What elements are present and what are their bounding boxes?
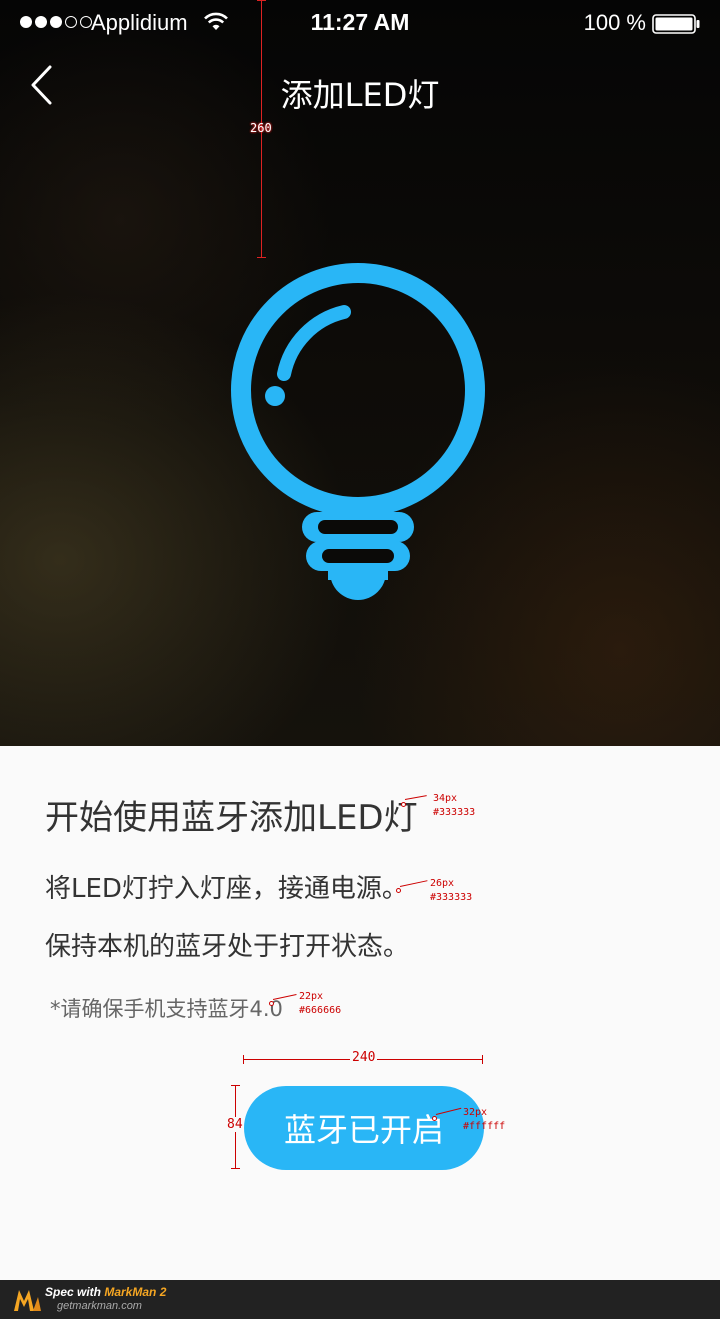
footer-url[interactable]: getmarkman.com <box>57 1300 142 1312</box>
spec-note-annotation: 22px #666666 <box>299 991 342 1016</box>
spec-height-label: 84 <box>227 1117 243 1132</box>
spec-marker <box>396 888 401 893</box>
spec-marker <box>432 1116 437 1121</box>
battery-icon <box>652 14 700 34</box>
instruction-line-1: 将LED灯拧入灯座，接通电源。 <box>45 874 408 904</box>
spec-marker <box>269 1001 274 1006</box>
spec-heading-annotation: 34px #333333 <box>433 793 476 818</box>
status-bar: Applidium 11:27 AM 100 % <box>0 0 720 48</box>
spec-width-label: 240 <box>350 1050 378 1065</box>
battery-percentage: 100 % <box>583 10 646 35</box>
hero-panel: Applidium 11:27 AM 100 % 添加LED灯 260 <box>0 0 720 746</box>
markman-footer: Spec with MarkMan 2 getmarkman.com <box>0 1280 720 1319</box>
footer-brand: MarkMan 2 <box>104 1285 167 1299</box>
spec-button-annotation: 32px #ffffff <box>463 1107 506 1132</box>
spec-marker <box>401 802 406 807</box>
bluetooth-enabled-button[interactable]: 蓝牙已开启 <box>244 1086 484 1170</box>
spec-measure-label: 260 <box>250 121 272 135</box>
markman-logo-icon <box>14 1290 41 1311</box>
content-panel: 开始使用蓝牙添加LED灯 34px #333333 将LED灯拧入灯座，接通电源… <box>0 746 720 1280</box>
requirement-note: *请确保手机支持蓝牙4.0 <box>50 997 283 1021</box>
light-bulb-icon <box>231 263 485 600</box>
heading-text: 开始使用蓝牙添加LED灯 <box>45 798 418 838</box>
page-title: 添加LED灯 <box>280 76 440 114</box>
instruction-line-2: 保持本机的蓝牙处于打开状态。 <box>45 932 410 962</box>
spec-body-annotation: 26px #333333 <box>430 878 473 903</box>
bluetooth-button-label: 蓝牙已开启 <box>283 1111 444 1149</box>
footer-title: Spec with MarkMan 2 <box>45 1285 167 1299</box>
